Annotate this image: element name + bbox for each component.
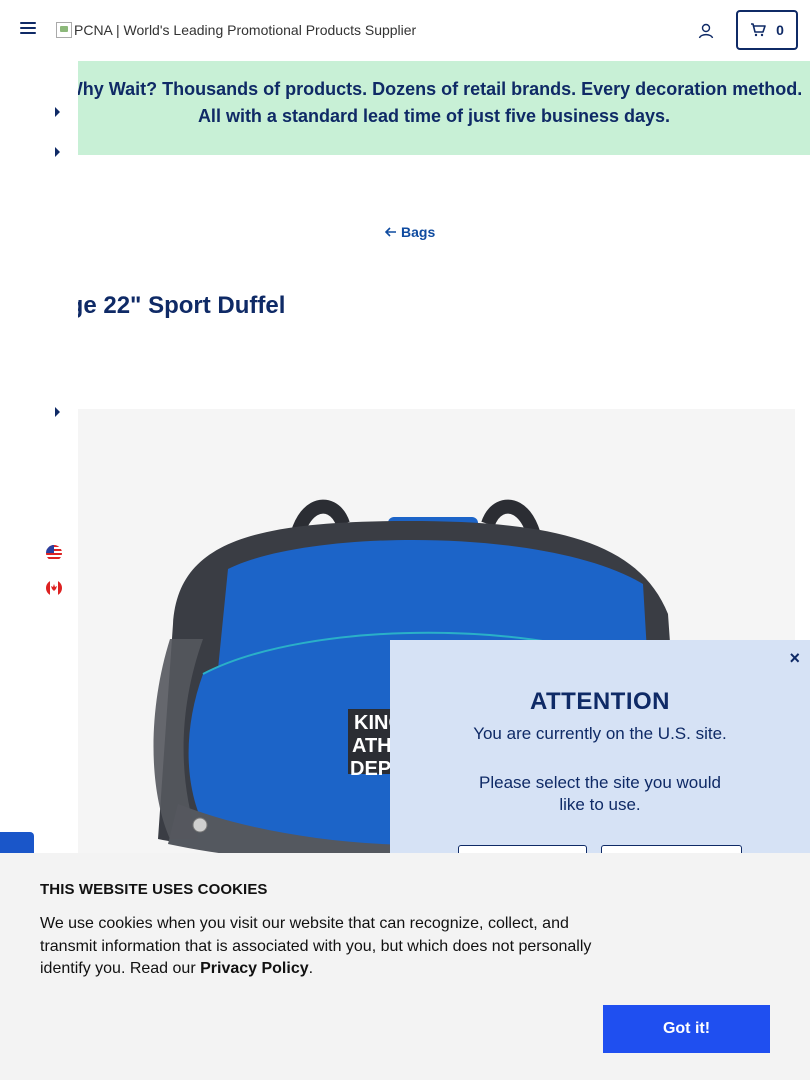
menu-icon[interactable] [20,22,36,38]
cookie-heading: THIS WEBSITE USES COOKIES [40,881,268,898]
expand-caret-icon[interactable] [55,147,60,157]
account-icon[interactable] [697,22,715,40]
privacy-policy-link[interactable]: Privacy Policy [200,960,309,977]
cart-icon [751,23,766,37]
canada-flag-icon[interactable] [46,580,62,596]
logo-alt-text: PCNA | World's Leading Promotional Produ… [74,22,417,38]
accept-cookies-button[interactable]: Got it! [603,1005,770,1053]
product-title-wrap: Cinch Large 22" Sport Duffel [78,290,678,330]
cookie-text: We use cookies when you visit our websit… [40,913,610,981]
modal-heading: ATTENTION [529,688,671,715]
site-logo[interactable]: PCNA | World's Leading Promotional Produ… [56,22,416,38]
cookie-banner: THIS WEBSITE USES COOKIES We use cookies… [0,853,810,1080]
modal-select-text: Please select the site you would [479,773,721,792]
imprint-line: ATH [352,735,392,757]
site-selection-modal: × ATTENTION You are currently on the U.S… [390,640,810,875]
cart-count: 0 [776,22,784,38]
product-title: Cinch Large 22" Sport Duffel [78,292,286,319]
site-header: PCNA | World's Leading Promotional Produ… [0,0,810,61]
expand-caret-icon[interactable] [55,407,60,417]
promo-banner-text: Why Wait? Thousands of products. Dozens … [78,79,803,126]
close-icon[interactable]: × [789,648,800,669]
promo-banner: Why Wait? Thousands of products. Dozens … [78,61,810,155]
us-flag-icon[interactable] [46,545,62,561]
cart-button[interactable]: 0 [736,10,798,50]
back-link-label: Bags [401,224,436,240]
arrow-left-icon [385,227,396,237]
modal-current-site-text: You are currently on the U.S. site. [473,724,727,743]
broken-image-icon [56,22,72,38]
back-to-category-link[interactable]: Bags [385,224,435,240]
cookie-suffix: . [308,960,314,977]
cookie-body: We use cookies when you visit our websit… [40,915,592,977]
modal-select-text-2: like to use. [559,795,641,814]
expand-caret-icon[interactable] [55,107,60,117]
